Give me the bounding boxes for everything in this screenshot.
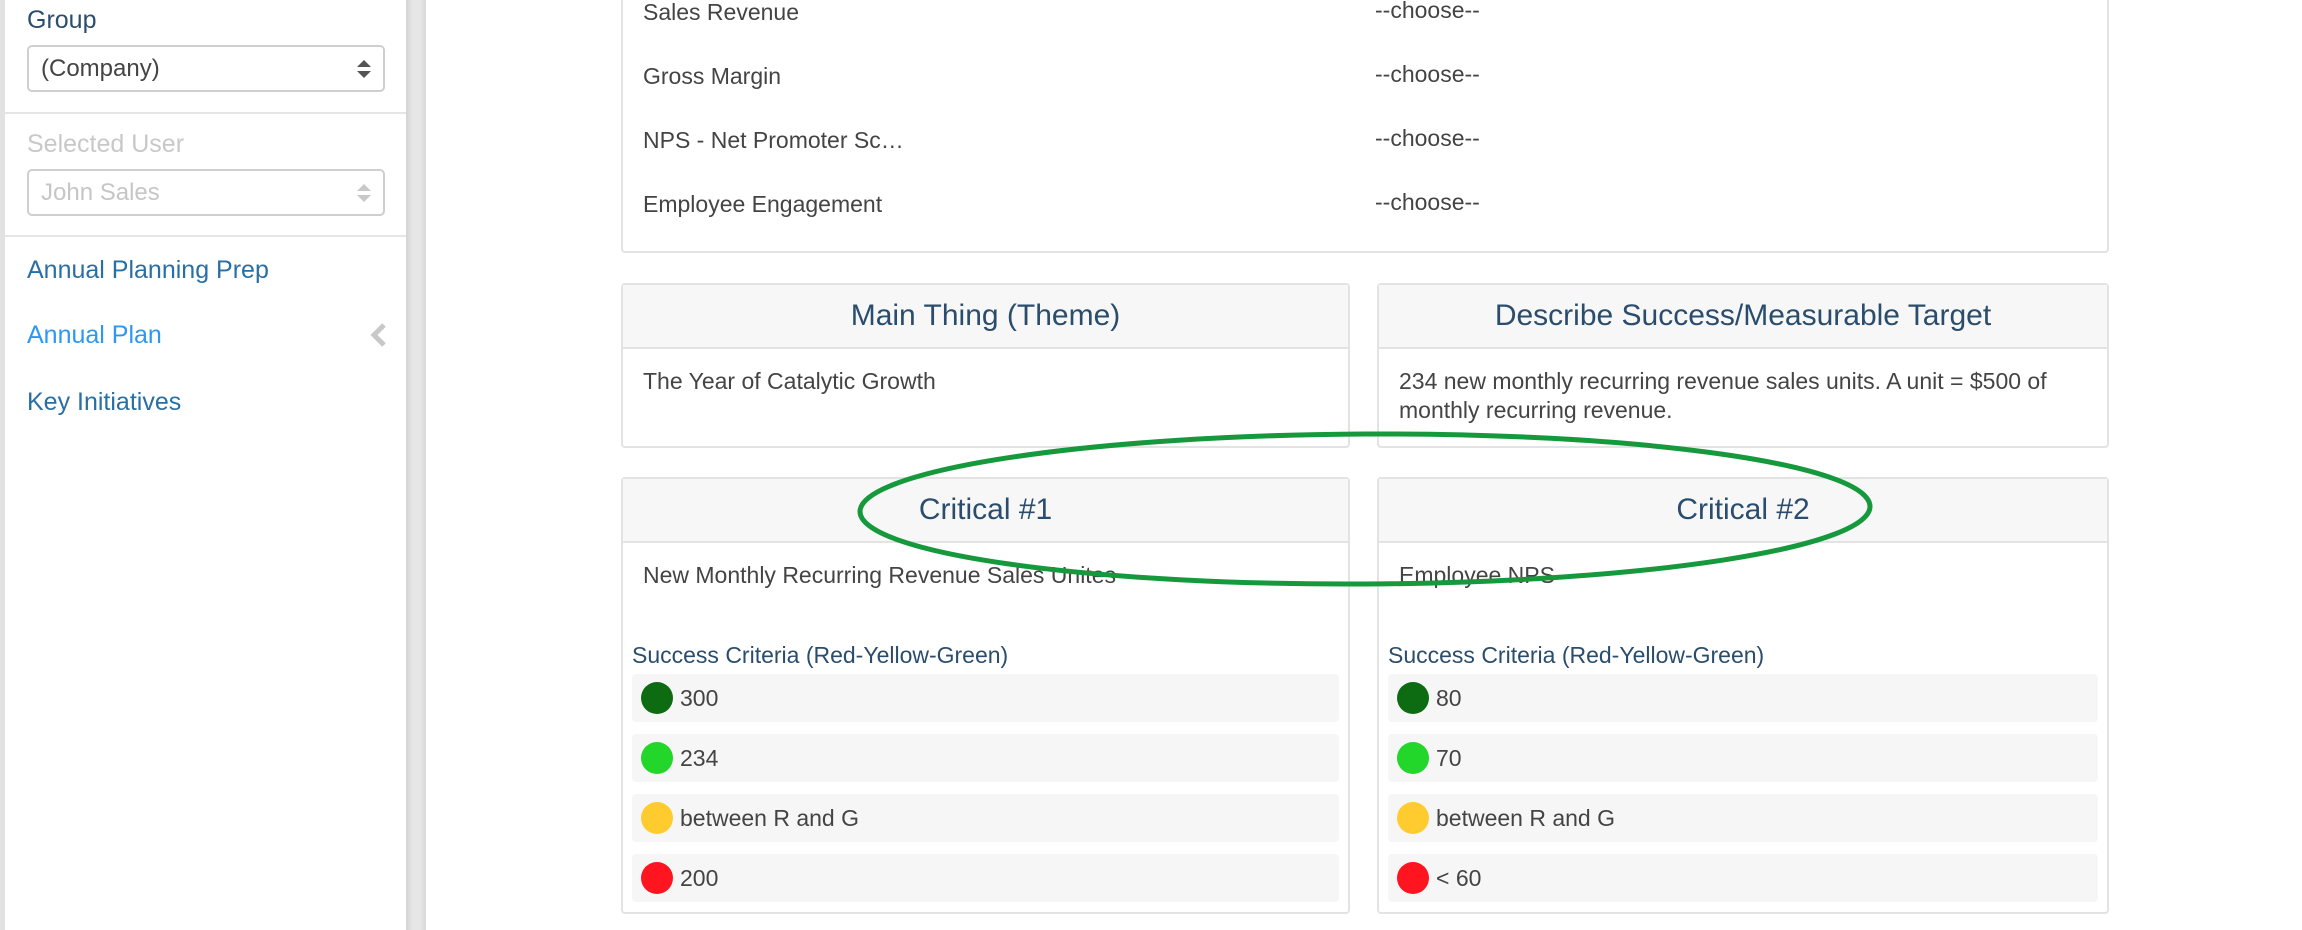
kpi-name: Gross Margin (643, 63, 782, 89)
selected-user-label: Selected User (27, 130, 185, 158)
group-select[interactable]: (Company) (27, 45, 385, 92)
status-dot-green-icon (641, 742, 673, 774)
criteria-row-dark-green[interactable]: 300 (632, 674, 1339, 722)
criteria-value: 80 (1436, 685, 1462, 711)
sidebar: Group (Company) Selected User John Sales… (0, 0, 407, 930)
criteria-value: 200 (680, 865, 719, 891)
selected-user-select: John Sales (27, 169, 385, 216)
criteria-row-green[interactable]: 70 (1388, 734, 2098, 782)
kpi-select[interactable]: --choose-- (1375, 123, 1480, 153)
criteria-value: 234 (680, 745, 719, 771)
criteria-row-green[interactable]: 234 (632, 734, 1339, 782)
status-dot-red-icon (1397, 862, 1429, 894)
critical-2-title: Critical #2 (1379, 479, 2107, 543)
success-target-title: Describe Success/Measurable Target (1379, 285, 2107, 349)
sidebar-divider (5, 112, 406, 114)
status-dot-dark-green-icon (1397, 682, 1429, 714)
nav-key-initiatives[interactable]: Key Initiatives (27, 386, 181, 418)
success-criteria-label: Success Criteria (Red-Yellow-Green) (632, 642, 1009, 668)
status-dot-red-icon (641, 862, 673, 894)
kpi-card: Sales Revenue Gross Margin NPS - Net Pro… (621, 0, 2109, 253)
main-thing-card: Main Thing (Theme) The Year of Catalytic… (621, 283, 1350, 448)
group-label: Group (27, 6, 97, 34)
critical-2-text[interactable]: Employee NPS (1399, 561, 2087, 590)
criteria-row-dark-green[interactable]: 80 (1388, 674, 2098, 722)
critical-1-title: Critical #1 (623, 479, 1348, 543)
kpi-name: Sales Revenue (643, 0, 799, 25)
chevron-left-icon[interactable] (369, 322, 387, 348)
critical-1-card: Critical #1 New Monthly Recurring Revenu… (621, 477, 1350, 914)
status-dot-green-icon (1397, 742, 1429, 774)
criteria-value: between R and G (1436, 805, 1616, 831)
criteria-value: 70 (1436, 745, 1462, 771)
critical-1-text[interactable]: New Monthly Recurring Revenue Sales Unit… (643, 561, 1328, 590)
select-arrows-icon (357, 60, 371, 78)
kpi-name: Employee Engagement (643, 191, 883, 217)
success-criteria-label: Success Criteria (Red-Yellow-Green) (1388, 642, 1765, 668)
criteria-value: < 60 (1436, 865, 1482, 891)
kpi-select[interactable]: --choose-- (1375, 59, 1480, 89)
status-dot-dark-green-icon (641, 682, 673, 714)
sidebar-resize-gutter[interactable] (407, 0, 426, 930)
sidebar-divider (5, 235, 406, 237)
status-dot-yellow-icon (641, 802, 673, 834)
selected-user-value: John Sales (41, 179, 160, 206)
status-dot-yellow-icon (1397, 802, 1429, 834)
success-target-text[interactable]: 234 new monthly recurring revenue sales … (1399, 367, 2083, 425)
critical-2-card: Critical #2 Employee NPS Success Criteri… (1377, 477, 2109, 914)
main-thing-title: Main Thing (Theme) (623, 285, 1348, 349)
nav-annual-planning-prep[interactable]: Annual Planning Prep (27, 254, 269, 286)
kpi-name: NPS - Net Promoter Sc… (643, 127, 904, 153)
criteria-row-red[interactable]: 200 (632, 854, 1339, 902)
main-thing-text[interactable]: The Year of Catalytic Growth (643, 367, 1328, 396)
success-target-card: Describe Success/Measurable Target 234 n… (1377, 283, 2109, 448)
criteria-value: between R and G (680, 805, 860, 831)
criteria-value: 300 (680, 685, 719, 711)
group-select-value: (Company) (41, 55, 160, 82)
criteria-row-red[interactable]: < 60 (1388, 854, 2098, 902)
criteria-row-yellow[interactable]: between R and G (1388, 794, 2098, 842)
criteria-row-yellow[interactable]: between R and G (632, 794, 1339, 842)
nav-annual-plan[interactable]: Annual Plan (27, 319, 162, 351)
select-arrows-icon (357, 184, 371, 202)
kpi-select[interactable]: --choose-- (1375, 0, 1480, 25)
kpi-select[interactable]: --choose-- (1375, 187, 1480, 217)
